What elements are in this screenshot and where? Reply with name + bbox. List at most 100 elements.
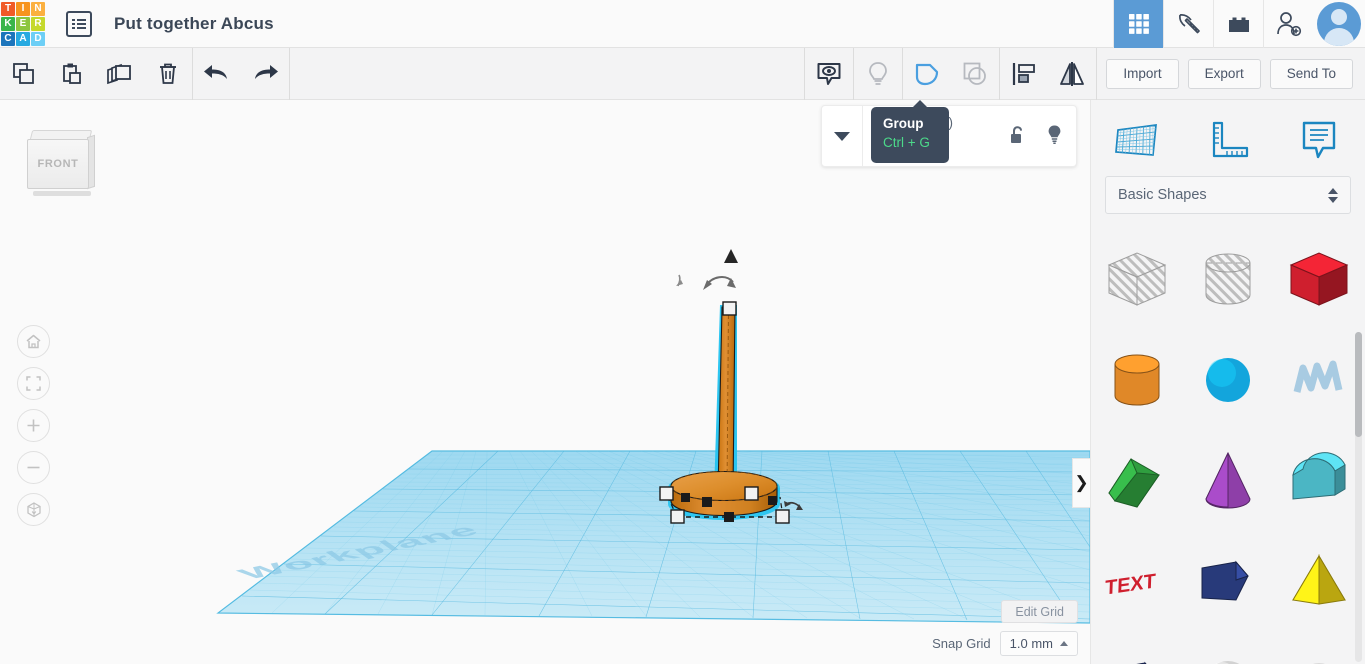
toolbar-divider-7 xyxy=(1096,47,1098,100)
logo-tile-t: T xyxy=(1,1,15,16)
undo-icon xyxy=(204,64,227,79)
tinkercad-logo[interactable]: TIN KER CAD xyxy=(0,0,46,48)
unlock-icon xyxy=(1011,125,1022,143)
invite-user-button[interactable] xyxy=(1263,0,1313,48)
snap-grid-label: Snap Grid xyxy=(932,636,991,651)
align-button[interactable] xyxy=(1000,48,1048,100)
copy-icon xyxy=(13,62,34,84)
lightbulb-icon xyxy=(869,61,888,85)
logo-tile-e: E xyxy=(16,16,30,31)
snap-grid-row: Snap Grid 1.0 mm xyxy=(932,631,1078,656)
main-toolbar: Import Export Send To xyxy=(0,47,1365,100)
note-icon xyxy=(1303,121,1336,159)
group-icon xyxy=(916,63,939,85)
chevron-down-icon xyxy=(834,132,850,141)
gallery-grid-button[interactable] xyxy=(1113,0,1163,48)
inspector-icons xyxy=(1009,124,1063,150)
tinkercad-app: TINKERCAD Put together Abcus Import Expo… xyxy=(0,0,1365,664)
redo-button[interactable] xyxy=(241,48,289,100)
group-tooltip: Group Ctrl + G xyxy=(871,100,949,163)
avatar xyxy=(1317,1,1361,46)
svg-text:TEXT: TEXT xyxy=(1104,570,1156,599)
group-button[interactable] xyxy=(903,48,951,100)
edit-grid-button[interactable]: Edit Grid xyxy=(1001,600,1078,623)
shape-item-polygon-navy-2[interactable] xyxy=(1091,632,1182,664)
shape-item-scribble-blue[interactable] xyxy=(1274,329,1365,430)
shape-grid: TEXT xyxy=(1091,228,1365,664)
note-button[interactable] xyxy=(805,48,853,100)
paste-icon xyxy=(63,63,81,84)
app-header: TIN KER CAD Put together Abcus xyxy=(0,0,1365,48)
light-button[interactable] xyxy=(854,48,902,100)
ruler-tool-button[interactable] xyxy=(1182,118,1273,162)
delete-button[interactable] xyxy=(144,48,192,100)
align-icon xyxy=(1013,62,1036,85)
shape-item-cylinder-hole[interactable] xyxy=(1182,228,1273,329)
bricks-icon xyxy=(1228,17,1249,32)
logo-tile-a: A xyxy=(16,31,30,46)
shape-item-text-red[interactable]: TEXT xyxy=(1091,531,1182,632)
snap-grid-value: 1.0 mm xyxy=(1009,636,1053,651)
undo-button[interactable] xyxy=(193,48,241,100)
logo-tile-i: I xyxy=(16,1,30,16)
workplane-tool-button[interactable] xyxy=(1091,118,1182,162)
redo-icon xyxy=(255,64,278,79)
inspector-collapse-button[interactable] xyxy=(822,106,862,166)
3d-canvas[interactable]: Workplane FRONT ❯ Edit Grid Snap Grid 1.… xyxy=(0,100,1090,664)
duplicate-icon xyxy=(107,63,131,84)
tooltip-title: Group xyxy=(883,116,924,131)
shape-category-select[interactable]: Basic Shapes xyxy=(1105,176,1351,214)
shape-inspector-panel: Shape(s) (2) xyxy=(821,105,1077,167)
rotate-handle-top xyxy=(724,249,738,263)
shape-item-box-red[interactable] xyxy=(1274,228,1365,329)
add-user-icon xyxy=(1276,11,1301,36)
mirror-icon xyxy=(1060,61,1085,86)
ruler-icon xyxy=(1212,121,1249,158)
logo-tile-k: K xyxy=(1,16,15,31)
shape-item-sphere-gray[interactable] xyxy=(1182,632,1273,664)
user-avatar-button[interactable] xyxy=(1313,0,1365,48)
grid-controls: Edit Grid Snap Grid 1.0 mm xyxy=(932,600,1078,656)
toolbar-divider-2 xyxy=(289,47,290,100)
shapes-scrollbar[interactable] xyxy=(1355,332,1362,662)
shape-item-cone-purple[interactable] xyxy=(1182,430,1273,531)
shapes-panel: Basic Shapes TEXT xyxy=(1090,100,1365,664)
shape-item-pyramid-yellow[interactable] xyxy=(1274,531,1365,632)
shape-item-roof-green[interactable] xyxy=(1091,430,1182,531)
stepper-icon xyxy=(1328,187,1338,203)
trash-icon xyxy=(160,63,176,84)
scrollbar-thumb[interactable] xyxy=(1355,332,1362,437)
duplicate-button[interactable] xyxy=(96,48,144,100)
paste-button[interactable] xyxy=(48,48,96,100)
model-abacus[interactable] xyxy=(0,100,1090,664)
snap-grid-select[interactable]: 1.0 mm xyxy=(999,631,1078,656)
note-eye-icon xyxy=(817,62,841,85)
mirror-button[interactable] xyxy=(1048,48,1096,100)
panel-collapse-tab[interactable]: ❯ xyxy=(1072,458,1090,508)
shape-item-shape-partial[interactable] xyxy=(1274,632,1365,664)
project-list-icon[interactable] xyxy=(66,10,92,37)
copy-button[interactable] xyxy=(0,48,48,100)
shape-item-box-hole[interactable] xyxy=(1091,228,1182,329)
caret-up-icon xyxy=(1060,641,1068,646)
import-button[interactable]: Import xyxy=(1106,58,1179,89)
send-to-button[interactable]: Send To xyxy=(1269,58,1353,89)
logo-tile-n: N xyxy=(31,1,45,16)
shape-item-cylinder-orange[interactable] xyxy=(1091,329,1182,430)
unlock-button[interactable] xyxy=(1009,125,1026,150)
workplane-grid-icon xyxy=(1114,124,1157,156)
pickaxe-icon xyxy=(1178,13,1200,33)
shape-item-arch-teal[interactable] xyxy=(1274,430,1365,531)
blocks-button[interactable] xyxy=(1213,0,1263,48)
shape-item-polygon-navy[interactable] xyxy=(1182,531,1273,632)
codeblocks-button[interactable] xyxy=(1163,0,1213,48)
ungroup-button[interactable] xyxy=(951,48,999,100)
lightbulb-icon xyxy=(1048,125,1061,144)
export-button[interactable]: Export xyxy=(1187,58,1261,89)
light-toggle-button[interactable] xyxy=(1046,124,1063,150)
tooltip-shortcut: Ctrl + G xyxy=(883,135,930,151)
notes-tool-button[interactable] xyxy=(1274,117,1365,163)
shape-item-sphere-blue[interactable] xyxy=(1182,329,1273,430)
panel-tools xyxy=(1091,100,1365,172)
logo-tile-c: C xyxy=(1,31,15,46)
